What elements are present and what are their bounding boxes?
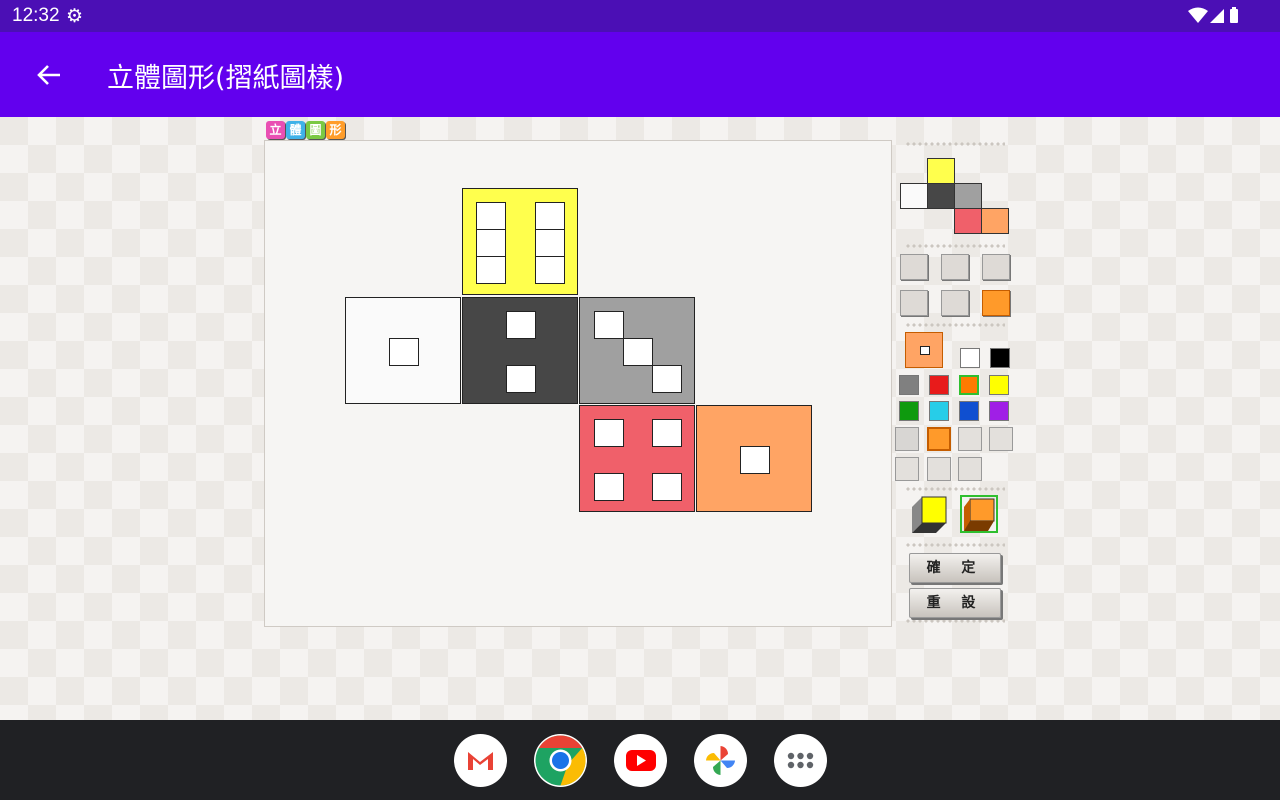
status-bar: 12:32 ⚙ [0, 0, 1280, 32]
color-swatch[interactable] [990, 348, 1010, 368]
color-swatch[interactable] [960, 348, 980, 368]
pip [652, 365, 682, 393]
pattern-five-button[interactable] [927, 457, 951, 481]
net-layout-1-button[interactable] [900, 254, 928, 280]
face-four[interactable] [579, 405, 695, 512]
pattern-two-button[interactable] [958, 427, 982, 451]
status-time: 12:32 [12, 5, 60, 26]
pip [506, 365, 536, 393]
back-arrow-icon [37, 65, 60, 85]
logo-char: 形 [326, 121, 345, 139]
logo-char: 圖 [306, 121, 325, 139]
color-swatch[interactable] [899, 401, 919, 421]
pip [476, 229, 506, 257]
net-layout-4-button[interactable] [900, 290, 928, 316]
color-swatch[interactable] [989, 375, 1009, 395]
pip [535, 229, 565, 257]
color-swatch[interactable] [959, 375, 979, 395]
face-six[interactable] [462, 188, 578, 295]
pip [476, 202, 506, 230]
pattern-four-button[interactable] [895, 457, 919, 481]
pip [652, 419, 682, 447]
net-layout-6-button[interactable] [982, 290, 1010, 316]
color-swatch[interactable] [929, 401, 949, 421]
status-icons [1188, 6, 1242, 31]
pip [623, 338, 653, 366]
color-swatch[interactable] [929, 375, 949, 395]
divider [905, 322, 1005, 328]
fold-view-button[interactable] [960, 495, 998, 533]
app-drawer-icon[interactable] [774, 734, 827, 787]
pattern-three-button[interactable] [989, 427, 1013, 451]
net-layout-2-button[interactable] [941, 254, 969, 280]
divider [905, 486, 1005, 492]
net-layout-5-button[interactable] [941, 290, 969, 316]
pip [506, 311, 536, 339]
flat-view-button[interactable] [910, 495, 948, 533]
chrome-app-icon[interactable] [534, 734, 587, 787]
face-one[interactable] [345, 297, 461, 404]
youtube-app-icon[interactable] [614, 734, 667, 787]
confirm-button[interactable]: 確 定 [909, 553, 1001, 583]
photos-app-icon[interactable] [694, 734, 747, 787]
face-two[interactable] [462, 297, 578, 404]
color-swatch[interactable] [899, 375, 919, 395]
logo-char: 體 [286, 121, 305, 139]
back-button[interactable] [30, 56, 68, 94]
signal-icon [1210, 9, 1224, 23]
settings-gear-icon: ⚙ [66, 6, 84, 27]
pip [389, 338, 419, 366]
current-color-preview [905, 332, 943, 368]
app-bar: 立體圖形(摺紙圖樣) [0, 32, 1280, 117]
pip [594, 419, 624, 447]
color-swatch[interactable] [959, 401, 979, 421]
pip [652, 473, 682, 501]
color-swatch[interactable] [989, 401, 1009, 421]
face-three[interactable] [579, 297, 695, 404]
app-logo: 立 體 圖 形 [266, 121, 345, 139]
pip [594, 473, 624, 501]
divider [905, 618, 1005, 624]
divider [905, 243, 1005, 249]
net-canvas[interactable] [264, 140, 892, 627]
face-one-orange[interactable] [696, 405, 812, 512]
reset-button[interactable]: 重 設 [909, 588, 1001, 618]
pattern-six-button[interactable] [958, 457, 982, 481]
pip [594, 311, 624, 339]
battery-icon [1230, 7, 1238, 23]
pattern-one-button[interactable] [927, 427, 951, 451]
pattern-blank-button[interactable] [895, 427, 919, 451]
pip [476, 256, 506, 284]
net-layout-3-button[interactable] [982, 254, 1010, 280]
pip [535, 202, 565, 230]
pip [740, 446, 770, 474]
pip [535, 256, 565, 284]
page-title: 立體圖形(摺紙圖樣) [107, 63, 345, 94]
divider [905, 141, 1005, 147]
divider [905, 542, 1005, 548]
gmail-app-icon[interactable] [454, 734, 507, 787]
cube-fold-icon [964, 498, 995, 531]
logo-char: 立 [266, 121, 285, 139]
wifi-icon [1188, 7, 1208, 23]
cube-flat-icon [912, 496, 947, 533]
